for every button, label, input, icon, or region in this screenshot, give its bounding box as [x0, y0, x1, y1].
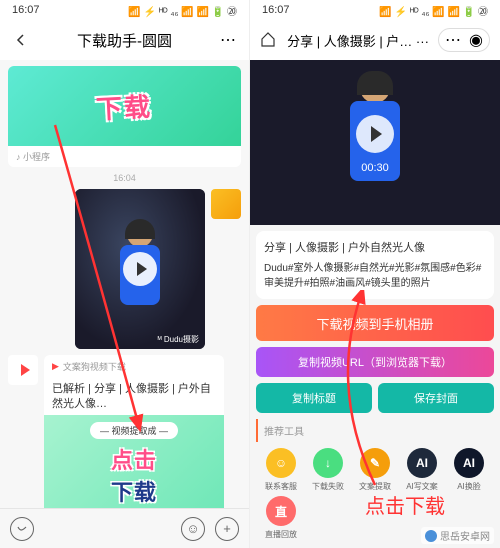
page-title: 分享 | 人像摄影 | 户… ··· — [278, 31, 438, 50]
emoji-icon[interactable]: ☺ — [181, 517, 205, 541]
tools-row-1: ☺联系客服↓下载失败✎文案提取AIAI写文案AIAI换脸 — [256, 448, 494, 492]
tool-item[interactable]: ☺联系客服 — [260, 448, 302, 492]
voice-icon[interactable] — [10, 517, 34, 541]
status-time: 16:07 — [12, 4, 40, 16]
miniapp-nav-bar: 分享 | 人像摄影 | 户… ··· ⋯ ◉ — [250, 20, 500, 60]
video-duration: 00:30 — [361, 162, 389, 174]
user-avatar[interactable] — [211, 189, 241, 219]
right-phone-screenshot: 16:07 📶 ⚡ ᴴᴰ ₄₆ 📶 📶 🔋 ⑳ 分享 | 人像摄影 | 户… ·… — [250, 0, 500, 548]
download-page: 00:30 分享 | 人像摄影 | 户外自然光人像 Dudu#室外人像摄影#自然… — [250, 60, 500, 548]
tool-item[interactable]: ✎文案提取 — [354, 448, 396, 492]
home-icon[interactable] — [260, 31, 278, 49]
capsule-menu-icon[interactable]: ⋯ — [445, 30, 461, 50]
parse-description: 已解析 | 分享 | 人像摄影 | 户外自然光人像… — [44, 378, 224, 415]
play-button[interactable] — [356, 115, 394, 153]
download-to-album-button[interactable]: 下载视频到手机相册 — [256, 305, 494, 341]
chat-input-bar: ☺ + — [0, 508, 249, 548]
tool-item[interactable]: AIAI换脸 — [448, 448, 490, 492]
video-tags: Dudu#室外人像摄影#自然光#光影#氛围感#色彩#审美提升#拍照#油画风#镜头… — [264, 261, 486, 291]
copy-title-button[interactable]: 复制标题 — [256, 383, 372, 413]
status-indicators-right: 📶 ⚡ ᴴᴰ ₄₆ 📶 📶 🔋 ⑳ — [379, 3, 488, 18]
video-title: 分享 | 人像摄影 | 户外自然光人像 — [264, 239, 486, 255]
play-icon[interactable] — [123, 252, 157, 286]
chat-messages: 下载 ♪ 小程序 16:04 ᴹ Dudu摄影 ▶文案狗视频下载 — [0, 60, 249, 508]
back-icon[interactable] — [12, 31, 30, 49]
tool-item[interactable]: 直直播回放 — [260, 496, 302, 540]
incoming-message: ▶文案狗视频下载 已解析 | 分享 | 人像摄影 | 户外自然光人像… — 视频… — [8, 355, 241, 508]
chat-nav-bar: 下载助手-圆圆 ⋯ — [0, 20, 249, 60]
capsule-close-icon[interactable]: ◉ — [469, 30, 483, 50]
source-watermark: 思岳安卓网 — [421, 527, 494, 544]
outgoing-message: ᴹ Dudu摄影 — [8, 189, 241, 349]
chat-title: 下载助手-圆圆 — [30, 30, 219, 51]
bot-avatar[interactable] — [8, 355, 38, 385]
video-thumbnail[interactable]: ᴹ Dudu摄影 — [75, 189, 205, 349]
status-indicators: 📶 ⚡ ᴴᴰ ₄₆ 📶 📶 🔋 ⑳ — [128, 3, 237, 18]
tool-item[interactable]: AIAI写文案 — [401, 448, 443, 492]
mini-program-label: ♪ 小程序 — [8, 146, 241, 167]
chat-timestamp: 16:04 — [8, 173, 241, 183]
left-phone-screenshot: 16:07 📶 ⚡ ᴴᴰ ₄₆ 📶 📶 🔋 ⑳ 下载助手-圆圆 ⋯ 下载 ♪ 小… — [0, 0, 250, 548]
recommended-tools: 推荐工具 ☺联系客服↓下载失败✎文案提取AIAI写文案AIAI换脸 直直播回放 — [256, 419, 494, 544]
download-banner: 下载 — [8, 66, 241, 146]
miniapp-capsule: ⋯ ◉ — [438, 28, 490, 52]
more-icon[interactable]: ⋯ — [219, 31, 237, 49]
status-bar-right: 16:07 📶 ⚡ ᴴᴰ ₄₆ 📶 📶 🔋 ⑳ — [250, 0, 500, 20]
tool-item[interactable]: ↓下载失败 — [307, 448, 349, 492]
video-info-card: 分享 | 人像摄影 | 户外自然光人像 Dudu#室外人像摄影#自然光#光影#氛… — [256, 231, 494, 299]
click-download-banner: — 视频提取成 — 点击下载 — [44, 415, 224, 508]
plus-icon[interactable]: + — [215, 517, 239, 541]
mini-program-card[interactable]: 下载 ♪ 小程序 — [8, 66, 241, 167]
parse-source: ▶文案狗视频下载 — [44, 355, 224, 378]
copy-url-button[interactable]: 复制视频URL（到浏览器下载） — [256, 347, 494, 377]
tools-header: 推荐工具 — [256, 419, 494, 442]
video-watermark: ᴹ Dudu摄影 — [158, 334, 199, 345]
video-player[interactable]: 00:30 — [250, 60, 500, 225]
status-bar: 16:07 📶 ⚡ ᴴᴰ ₄₆ 📶 📶 🔋 ⑳ — [0, 0, 249, 20]
save-cover-button[interactable]: 保存封面 — [378, 383, 494, 413]
parse-result-card[interactable]: ▶文案狗视频下载 已解析 | 分享 | 人像摄影 | 户外自然光人像… — 视频… — [44, 355, 224, 508]
status-time-right: 16:07 — [262, 4, 290, 16]
